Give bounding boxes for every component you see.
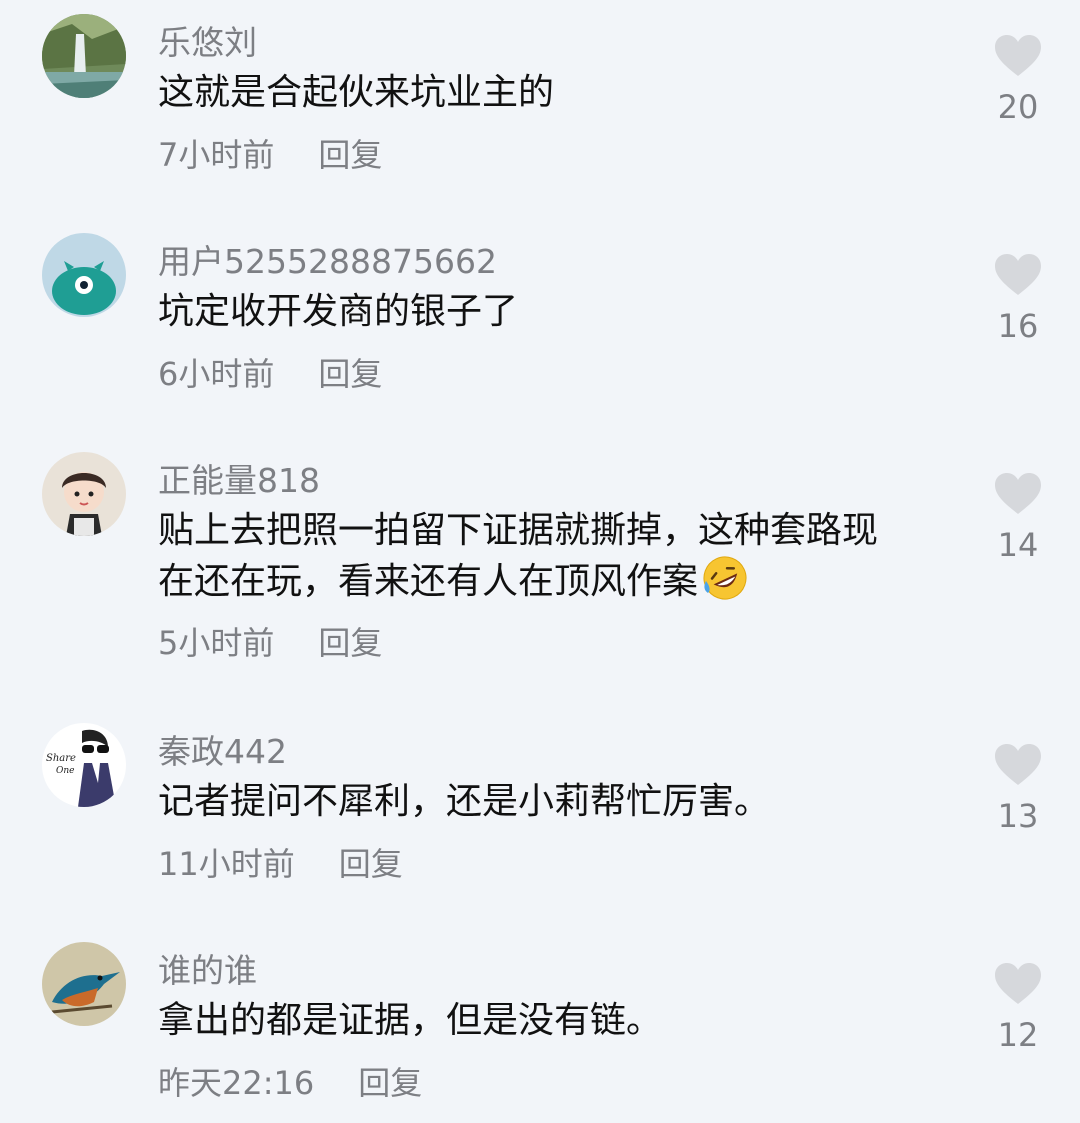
comment-meta: 5小时前 回复 xyxy=(158,618,382,664)
like-count: 14 xyxy=(997,526,1039,564)
reply-button[interactable]: 回复 xyxy=(318,618,382,664)
comment-time: 昨天22:16 xyxy=(158,1064,315,1102)
cartoon-boy-icon xyxy=(42,452,126,536)
comment-text: 记者提问不犀利，还是小莉帮忙厉害。 xyxy=(158,781,771,822)
comment-text-fragment: 在还在玩，看来还有人在顶风作案 xyxy=(158,561,699,602)
comment-text: 坑定收开发商的银子了 xyxy=(158,291,519,332)
avatar[interactable] xyxy=(42,942,126,1026)
comment-meta: 7小时前 回复 xyxy=(158,130,382,176)
comment-text-line: 贴上去把照一拍留下证据就撕掉，这种套路现 xyxy=(158,510,879,551)
comment-meta: 11小时前 回复 xyxy=(158,839,403,885)
like-count: 16 xyxy=(997,307,1039,345)
share-one-sketch-icon: Share One xyxy=(42,723,126,807)
teal-monster-icon xyxy=(42,233,126,317)
comment-username[interactable]: 乐悠刘 xyxy=(158,16,257,64)
heart-icon xyxy=(995,254,1041,295)
comment-meta: 昨天22:16 回复 xyxy=(158,1058,422,1104)
avatar[interactable]: Share One xyxy=(42,723,126,807)
comment-text: 拿出的都是证据，但是没有链。 xyxy=(158,1000,663,1041)
reply-button[interactable]: 回复 xyxy=(339,839,403,885)
heart-icon xyxy=(995,744,1041,785)
svg-text:Share: Share xyxy=(46,753,76,764)
comment-time: 6小时前 xyxy=(158,355,275,393)
like-count: 20 xyxy=(997,88,1039,126)
comment-text: 这就是合起伙来坑业主的 xyxy=(158,72,555,113)
heart-icon xyxy=(995,35,1041,76)
comment-username[interactable]: 正能量818 xyxy=(158,454,320,502)
comment-text-line: 在还在玩，看来还有人在顶风作案 xyxy=(158,555,958,606)
comment-time: 7小时前 xyxy=(158,136,275,174)
reply-button[interactable]: 回复 xyxy=(318,349,382,395)
like-button[interactable]: 12 xyxy=(978,962,1058,1054)
like-count: 12 xyxy=(997,1016,1039,1054)
like-button[interactable]: 14 xyxy=(978,472,1058,564)
avatar[interactable] xyxy=(42,233,126,317)
comment-username[interactable]: 秦政442 xyxy=(158,725,287,773)
comment-username[interactable]: 用户5255288875662 xyxy=(158,235,497,283)
reply-button[interactable]: 回复 xyxy=(318,130,382,176)
like-button[interactable]: 13 xyxy=(978,743,1058,835)
comment-meta: 6小时前 回复 xyxy=(158,349,382,395)
like-button[interactable]: 16 xyxy=(978,253,1058,345)
waterfall-landscape-icon xyxy=(42,14,126,98)
kingfisher-bird-icon xyxy=(42,942,126,1026)
avatar[interactable] xyxy=(42,14,126,98)
heart-icon xyxy=(995,473,1041,514)
rolling-laughing-emoji-icon xyxy=(703,556,747,600)
like-button[interactable]: 20 xyxy=(978,34,1058,126)
svg-text:One: One xyxy=(56,766,75,776)
comment-text: 贴上去把照一拍留下证据就撕掉，这种套路现 在还在玩，看来还有人在顶风作案 xyxy=(158,506,958,606)
reply-button[interactable]: 回复 xyxy=(358,1058,422,1104)
like-count: 13 xyxy=(997,797,1039,835)
comment-username[interactable]: 谁的谁 xyxy=(158,944,257,992)
heart-icon xyxy=(995,963,1041,1004)
avatar[interactable] xyxy=(42,452,126,536)
comment-time: 11小时前 xyxy=(158,845,295,883)
comment-time: 5小时前 xyxy=(158,624,275,662)
